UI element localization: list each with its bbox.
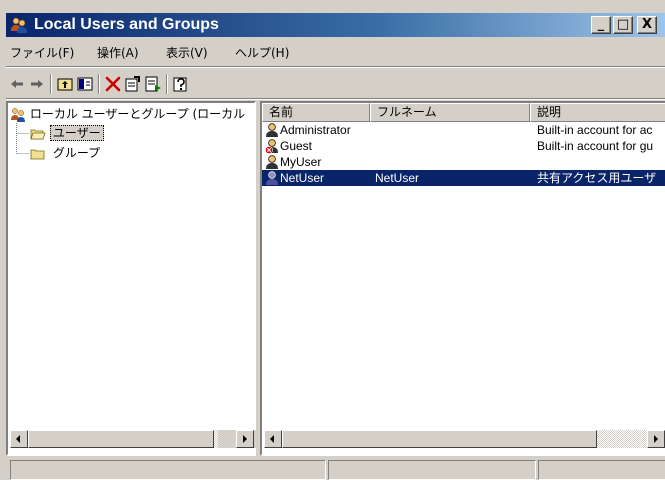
toolbar — [6, 69, 665, 97]
tree-item-groups[interactable]: グループ — [30, 144, 103, 162]
status-cell — [538, 460, 665, 480]
user-icon — [266, 155, 278, 169]
scroll-right-button[interactable] — [236, 430, 254, 448]
window-title: Local Users and Groups — [34, 16, 219, 33]
column-header-fullname[interactable]: フルネーム — [370, 103, 530, 122]
cell-name: Guest — [280, 139, 313, 153]
cell-description: Built-in account for ac — [537, 123, 653, 137]
users-and-groups-icon — [11, 17, 27, 33]
maximize-icon: □ — [616, 17, 630, 32]
column-header-description[interactable]: 説明 — [530, 103, 665, 122]
tree-item-root[interactable]: ローカル ユーザーとグループ (ローカル — [10, 105, 245, 123]
toolbar-divider — [6, 98, 665, 100]
tree-item-label: グループ — [52, 146, 101, 160]
arrow-left-icon — [270, 435, 274, 443]
back-icon[interactable] — [8, 75, 26, 93]
tree-item-label: ユーザー — [49, 125, 104, 141]
cell-name: NetUser — [280, 171, 325, 185]
tree-pane: ローカル ユーザーとグループ (ローカル ユーザー グループ — [6, 101, 256, 456]
arrow-right-icon — [654, 435, 658, 443]
user-disabled-icon — [265, 139, 278, 154]
toolbar-separator — [50, 74, 52, 94]
list-row-selected[interactable]: NetUser NetUser 共有アクセス用ユーザ — [262, 170, 665, 186]
close-button[interactable]: X — [637, 16, 657, 34]
status-cell — [328, 460, 536, 480]
scroll-left-button[interactable] — [10, 430, 28, 448]
maximize-button[interactable]: □ — [613, 16, 633, 34]
scroll-thumb[interactable] — [28, 430, 214, 448]
arrow-right-icon — [243, 435, 247, 443]
menu-view[interactable]: 表示(V) — [166, 46, 208, 61]
scroll-right-button[interactable] — [647, 430, 665, 448]
cell-name: Administrator — [280, 123, 351, 137]
mmc-window: Local Users and Groups _ □ X ファイル(F) 操作(… — [0, 0, 665, 480]
column-header-name[interactable]: 名前 — [262, 103, 370, 122]
scroll-track[interactable] — [597, 430, 647, 448]
toolbar-separator — [98, 74, 100, 94]
menu-bar: ファイル(F) 操作(A) 表示(V) ヘルプ(H) — [6, 41, 665, 65]
status-bar — [6, 458, 665, 480]
scroll-thumb[interactable] — [282, 430, 597, 448]
title-bar[interactable]: Local Users and Groups _ □ X — [6, 13, 665, 37]
menu-help[interactable]: ヘルプ(H) — [235, 46, 289, 61]
cell-name: MyUser — [280, 155, 322, 169]
arrow-left-icon — [16, 435, 20, 443]
forward-icon[interactable] — [28, 75, 46, 93]
close-icon: X — [641, 17, 653, 32]
toolbar-separator — [166, 74, 168, 94]
menu-file[interactable]: ファイル(F) — [10, 46, 74, 61]
minimize-button[interactable]: _ — [591, 16, 611, 34]
menu-divider — [6, 66, 665, 68]
properties-icon[interactable] — [124, 75, 142, 93]
status-cell — [10, 460, 326, 480]
folder-open-icon — [30, 129, 46, 139]
list-hscrollbar[interactable] — [264, 430, 665, 448]
show-hide-tree-icon[interactable] — [76, 75, 94, 93]
tree-item-users[interactable]: ユーザー — [30, 124, 104, 142]
menu-action[interactable]: 操作(A) — [97, 46, 139, 61]
delete-icon[interactable] — [104, 75, 122, 93]
tree-lines — [16, 123, 29, 154]
help-icon[interactable] — [172, 75, 190, 93]
list-row[interactable]: MyUser — [262, 154, 665, 170]
list-row[interactable]: Guest Built-in account for gu — [262, 138, 665, 154]
cell-description: Built-in account for gu — [537, 139, 654, 153]
tree-item-label: ローカル ユーザーとグループ (ローカル — [29, 107, 246, 121]
export-list-icon[interactable] — [144, 75, 162, 93]
cell-description: 共有アクセス用ユーザ — [537, 171, 657, 185]
list-row[interactable]: Administrator Built-in account for ac — [262, 122, 665, 138]
minimize-icon: _ — [597, 17, 605, 32]
user-icon — [266, 123, 278, 137]
users-and-groups-icon — [11, 107, 25, 122]
folder-icon — [30, 149, 45, 159]
up-level-icon[interactable] — [56, 75, 74, 93]
list-pane: 名前 フルネーム 説明 Administrator Built-in accou… — [260, 101, 665, 456]
scroll-left-button[interactable] — [264, 430, 282, 448]
tree-hscrollbar[interactable] — [10, 430, 256, 448]
cell-fullname: NetUser — [375, 171, 420, 185]
user-icon — [266, 171, 278, 185]
